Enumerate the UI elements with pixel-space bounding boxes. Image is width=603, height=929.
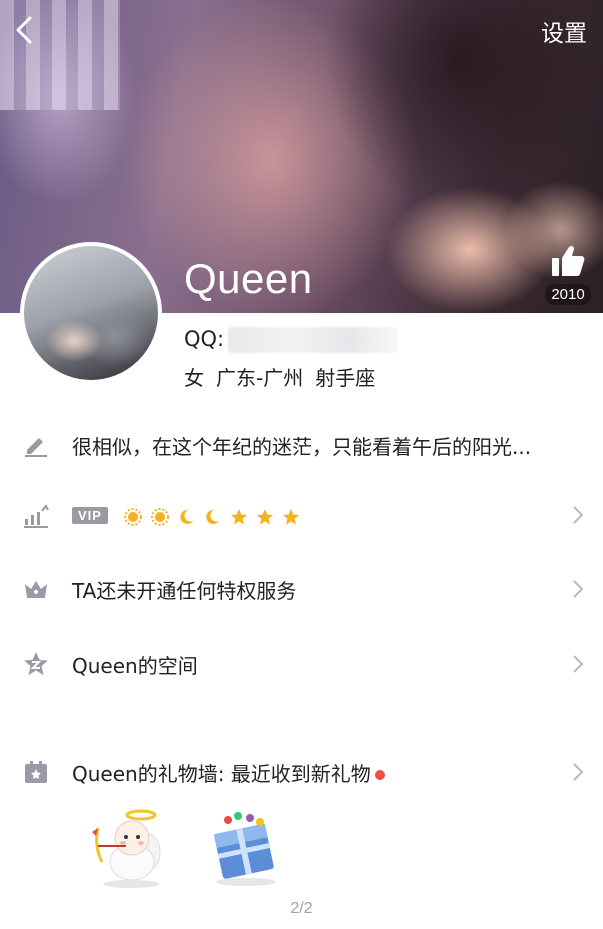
vip-level-display: VIP [72,502,302,528]
vip-badge: VIP [72,507,108,525]
like-count: 2010 [545,284,591,305]
gift-wall-row[interactable]: Queen的礼物墙: 最近收到新礼物 [0,748,603,796]
gift-birthday-card[interactable] [206,806,292,892]
star-z-icon [24,652,48,675]
back-button[interactable] [8,12,44,48]
chevron-right-icon [573,655,584,673]
gift-box-icon [25,761,47,783]
page-indicator: 2/2 [290,900,313,917]
qq-number-line: QQ: [184,327,399,353]
cupid-angel-icon [92,809,161,888]
zodiac-text: 射手座 [315,366,376,390]
crown-icon [25,581,47,598]
privilege-row[interactable]: TA还未开通任何特权服务 [0,565,603,613]
new-gift-dot [374,770,385,780]
bar-chart-up-icon [24,504,49,528]
chevron-left-icon [16,16,32,44]
qzone-row[interactable]: Queen的空间 [0,640,603,688]
signature-text: 很相似，在这个年纪的迷茫，只能看着午后的阳光... [72,434,532,459]
qzone-text: Queen的空间 [72,653,198,678]
sun-level-icon [150,508,169,527]
qq-number-blurred [228,327,399,353]
privilege-text: TA还未开通任何特权服务 [72,578,297,603]
signature-row[interactable]: 很相似，在这个年纪的迷茫，只能看着午后的阳光... [0,421,603,469]
profile-info-line: 女广东-广州 射手座 [184,362,387,391]
avatar[interactable] [20,242,162,384]
vip-level-row[interactable]: VIP [0,491,603,539]
chevron-right-icon [573,506,584,524]
birthday-card-icon [213,812,276,886]
star-level-icon [257,509,274,525]
moon-level-icon [206,510,220,525]
vip-level-icons [124,504,302,528]
profile-name: Queen [184,255,313,302]
gift-wall-text: Queen的礼物墙: 最近收到新礼物 [72,758,385,787]
pencil-icon [25,438,47,457]
like-button[interactable]: 2010 [543,244,593,305]
settings-button[interactable]: 设置 [541,14,587,48]
moon-level-icon [180,510,194,525]
chevron-right-icon [573,763,584,781]
gender-text: 女 [184,366,204,390]
sun-level-icon [124,508,143,527]
gift-cupid-angel[interactable] [86,806,172,892]
qq-label: QQ: [184,327,225,351]
chevron-right-icon [573,580,584,598]
thumbs-up-icon [552,245,585,276]
star-level-icon [283,509,300,525]
star-level-icon [230,509,247,525]
gift-wall-label: Queen的礼物墙: 最近收到新礼物 [72,761,371,786]
location-text: 广东-广州 [216,366,304,390]
